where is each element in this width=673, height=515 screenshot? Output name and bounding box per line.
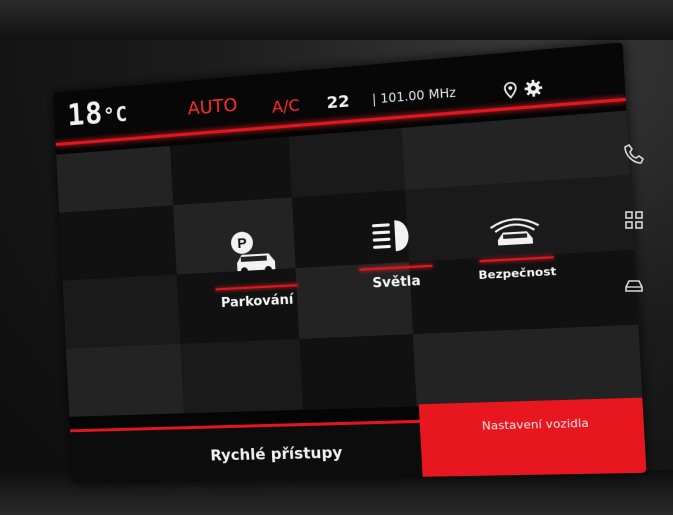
phone-icon[interactable] [622, 142, 646, 166]
menu-item-underline [216, 284, 298, 290]
menu-item-safety[interactable]: Bezpečnost [465, 203, 567, 283]
bg-tile [413, 325, 643, 407]
radio-station[interactable]: | 101.00 MHz [372, 85, 457, 106]
gear-icon[interactable] [523, 78, 544, 103]
dashboard-bezel-top [0, 0, 673, 40]
apps-grid-icon[interactable] [622, 208, 646, 232]
headlight-icon [368, 239, 421, 261]
tab-quick-access-label: Rychlé přístupy [210, 443, 343, 464]
tab-vehicle-settings-label: Nastavení vozidla [482, 416, 590, 432]
temperature-unit: °C [103, 102, 129, 128]
menu-item-lights[interactable]: Světla [346, 212, 444, 292]
parking-car-icon: P [225, 260, 286, 282]
ac-button[interactable]: A/C [271, 95, 300, 116]
location-pin-icon[interactable] [503, 81, 517, 103]
radio-frequency: 101.00 MHz [380, 85, 456, 106]
side-hard-keys [612, 130, 662, 300]
bg-tile [180, 339, 303, 413]
bg-tile [56, 146, 173, 213]
bg-tile [59, 205, 177, 280]
tab-quick-access[interactable]: Rychlé přístupy [70, 420, 423, 483]
bg-tile [63, 274, 181, 348]
bg-tile [170, 137, 292, 205]
svg-text:P: P [237, 235, 247, 251]
infotainment-screen: 18°C AUTO A/C 22 | 101.00 MHz P Parkování [53, 42, 646, 483]
menu-item-underline [479, 256, 553, 262]
tab-vehicle-settings[interactable]: Nastavení vozidla [419, 398, 647, 477]
menu-item-parking[interactable]: P Parkování [204, 225, 308, 312]
temperature-value: 18 [67, 96, 105, 133]
fan-speed-value[interactable]: 22 [326, 91, 350, 112]
temperature-display[interactable]: 18°C [67, 94, 129, 133]
bg-tile [66, 344, 184, 417]
radio-separator: | [372, 92, 377, 107]
bg-tile [289, 128, 406, 197]
bg-tile [299, 334, 417, 410]
car-safety-icon [484, 230, 546, 253]
menu-item-underline [359, 265, 432, 271]
climate-auto-button[interactable]: AUTO [187, 95, 238, 120]
car-icon[interactable] [622, 272, 646, 296]
